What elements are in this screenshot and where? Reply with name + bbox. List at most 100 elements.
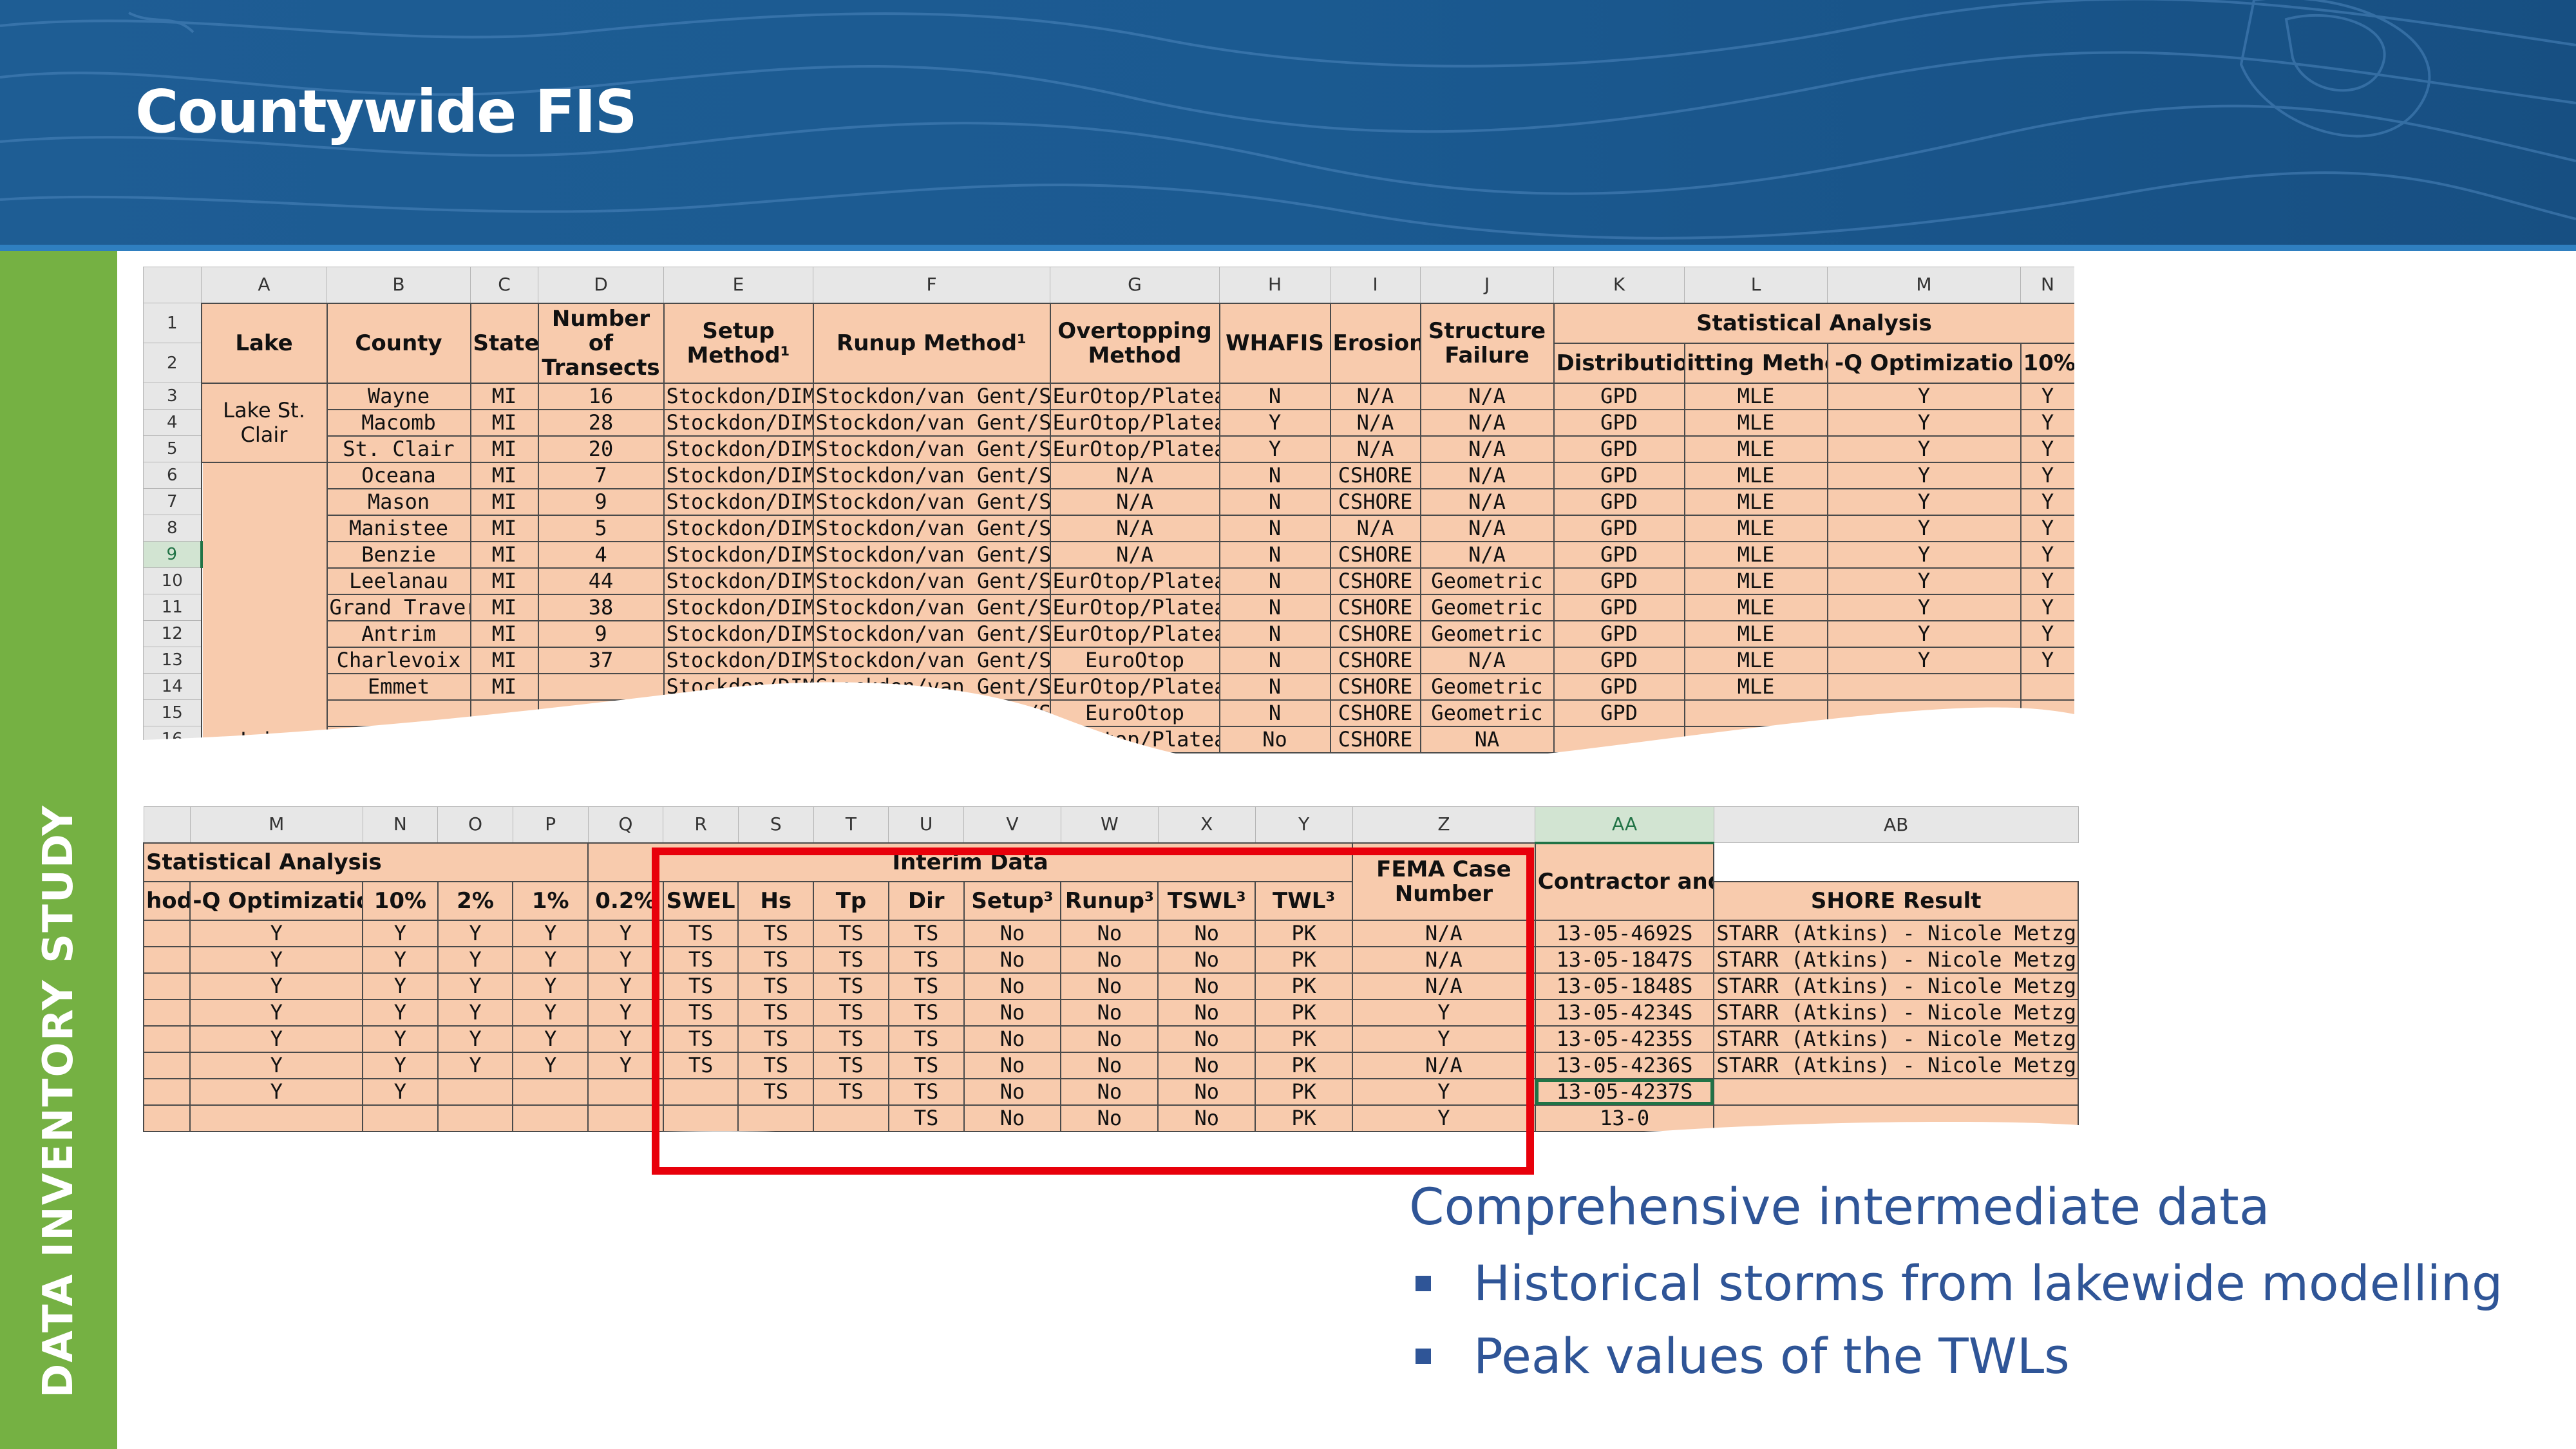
table-cell[interactable]: Y <box>189 919 364 947</box>
table-cell[interactable]: Leelanau <box>326 567 471 595</box>
table-cell[interactable]: Stockdon/van Gent/SPM <box>812 461 1051 489</box>
column-header[interactable]: M <box>189 806 363 843</box>
table-cell[interactable]: N/A <box>1419 540 1555 569</box>
table-cell[interactable]: Y <box>1826 567 2022 595</box>
table-cell[interactable]: Y <box>189 945 364 974</box>
table-cell[interactable]: Stockdon/van Gent/SPM <box>812 514 1051 542</box>
table-cell[interactable]: CSHORE <box>1329 593 1421 621</box>
column-header[interactable]: N <box>2020 267 2074 303</box>
table-cell[interactable]: GPD <box>1553 514 1685 542</box>
table-cell[interactable]: Benzie <box>326 540 471 569</box>
table-cell[interactable]: 28 <box>537 408 665 437</box>
table-cell[interactable]: N/A <box>1049 461 1220 489</box>
table-cell[interactable]: MI <box>469 540 539 569</box>
column-header[interactable]: X <box>1157 806 1256 843</box>
column-header[interactable]: A <box>201 267 327 303</box>
table-cell[interactable]: MI <box>469 461 539 489</box>
table-cell[interactable]: Y <box>189 1051 364 1079</box>
table-cell[interactable]: GPD <box>1553 593 1685 621</box>
table-cell[interactable]: Y <box>362 945 439 974</box>
table-cell[interactable]: EurOtop/Plateau <box>1049 567 1220 595</box>
table-cell[interactable]: GPD <box>1553 540 1685 569</box>
table-cell[interactable]: MI <box>469 408 539 437</box>
table-cell[interactable]: CSHORE <box>1329 461 1421 489</box>
table-cell[interactable]: Stockdon/DIM <box>663 620 814 648</box>
row-header[interactable]: 11 <box>143 594 202 621</box>
table-cell[interactable]: EurOtop/Plateau <box>1049 435 1220 463</box>
table-cell[interactable]: N <box>1218 514 1331 542</box>
table-cell[interactable]: EurOtop/Plateau <box>1049 382 1220 410</box>
table-cell[interactable]: Stockdon/DIM <box>663 540 814 569</box>
table-cell[interactable]: N <box>1218 567 1331 595</box>
column-header-partial[interactable] <box>143 806 191 843</box>
table-cell[interactable]: Geometric <box>1419 593 1555 621</box>
table-cell[interactable]: N/A <box>1329 408 1421 437</box>
table-cell[interactable]: 13-05-4692S <box>1534 919 1715 947</box>
table-cell[interactable]: Stockdon/van Gent/SPM <box>812 540 1051 569</box>
column-header[interactable]: W <box>1060 806 1159 843</box>
table-cell[interactable]: 16 <box>537 382 665 410</box>
column-header[interactable]: Z <box>1352 806 1536 843</box>
column-header[interactable]: Q <box>587 806 664 843</box>
table-cell[interactable]: Y <box>1218 435 1331 463</box>
column-header[interactable]: B <box>327 267 471 303</box>
row-header[interactable]: 3 <box>143 383 202 410</box>
table-cell[interactable]: GPD <box>1553 567 1685 595</box>
table-cell[interactable]: CSHORE <box>1329 620 1421 648</box>
table-cell[interactable]: GPD <box>1553 488 1685 516</box>
table-cell[interactable]: 20 <box>537 435 665 463</box>
table-cell[interactable]: N/A <box>1329 514 1421 542</box>
table-cell[interactable]: MLE <box>1683 540 1828 569</box>
table-cell-partial[interactable] <box>143 1051 191 1079</box>
table-cell[interactable]: 5 <box>537 514 665 542</box>
table-cell[interactable]: N <box>1218 461 1331 489</box>
table-cell[interactable]: Y <box>2020 408 2074 437</box>
column-header[interactable]: R <box>663 806 739 843</box>
column-header-selected[interactable]: AA <box>1535 806 1714 844</box>
table-cell[interactable]: Stockdon/DIM <box>663 382 814 410</box>
table-cell[interactable]: Y <box>2020 593 2074 621</box>
table-cell[interactable]: Y <box>2020 540 2074 569</box>
table-cell[interactable]: Stockdon/DIM <box>663 514 814 542</box>
table-cell[interactable]: STARR (Atkins) - Nicole Metzger <box>1713 1051 2079 1079</box>
table-cell[interactable]: MLE <box>1683 488 1828 516</box>
table-cell[interactable]: Y <box>437 1025 514 1053</box>
table-cell[interactable]: N/A <box>1419 461 1555 489</box>
table-cell[interactable]: N <box>1218 593 1331 621</box>
table-cell-partial[interactable] <box>143 945 191 974</box>
table-cell[interactable]: Y <box>1826 593 2022 621</box>
table-cell[interactable]: MI <box>469 514 539 542</box>
table-cell[interactable]: Y <box>512 1051 589 1079</box>
table-cell[interactable]: MLE <box>1683 435 1828 463</box>
table-cell[interactable]: 13-05-4234S <box>1534 998 1715 1027</box>
table-cell-partial[interactable] <box>143 1077 191 1106</box>
table-cell[interactable]: N/A <box>1419 514 1555 542</box>
table-cell[interactable]: Y <box>512 919 589 947</box>
table-cell[interactable]: Y <box>1826 620 2022 648</box>
table-cell[interactable]: 4 <box>537 540 665 569</box>
table-cell[interactable]: MI <box>469 435 539 463</box>
table-cell[interactable]: STARR (Atkins) - Nicole Metzger <box>1713 945 2079 974</box>
row-header[interactable]: 5 <box>143 435 202 462</box>
table-cell[interactable]: Y <box>1826 488 2022 516</box>
table-cell[interactable]: Y <box>1826 540 2022 569</box>
table-cell[interactable]: Y <box>362 998 439 1027</box>
table-cell[interactable]: MLE <box>1683 408 1828 437</box>
table-cell[interactable]: Antrim <box>326 620 471 648</box>
table-cell[interactable]: Stockdon/van Gent/SPM <box>812 435 1051 463</box>
table-cell[interactable]: N <box>1218 488 1331 516</box>
table-cell[interactable]: MI <box>469 382 539 410</box>
table-cell[interactable]: EurOtop/Plateau <box>1049 408 1220 437</box>
table-cell[interactable]: Y <box>189 972 364 1000</box>
table-cell[interactable]: N <box>1218 620 1331 648</box>
table-cell[interactable] <box>512 1077 589 1106</box>
table-cell[interactable]: Y <box>2020 514 2074 542</box>
table-cell[interactable]: GPD <box>1553 408 1685 437</box>
table-cell[interactable]: N <box>1218 382 1331 410</box>
column-header[interactable]: P <box>512 806 589 843</box>
row-header[interactable]: 4 <box>143 409 202 436</box>
table-cell[interactable]: Y <box>189 1077 364 1106</box>
table-cell[interactable]: N/A <box>1329 435 1421 463</box>
row-header[interactable]: 6 <box>143 462 202 489</box>
table-cell[interactable]: Macomb <box>326 408 471 437</box>
